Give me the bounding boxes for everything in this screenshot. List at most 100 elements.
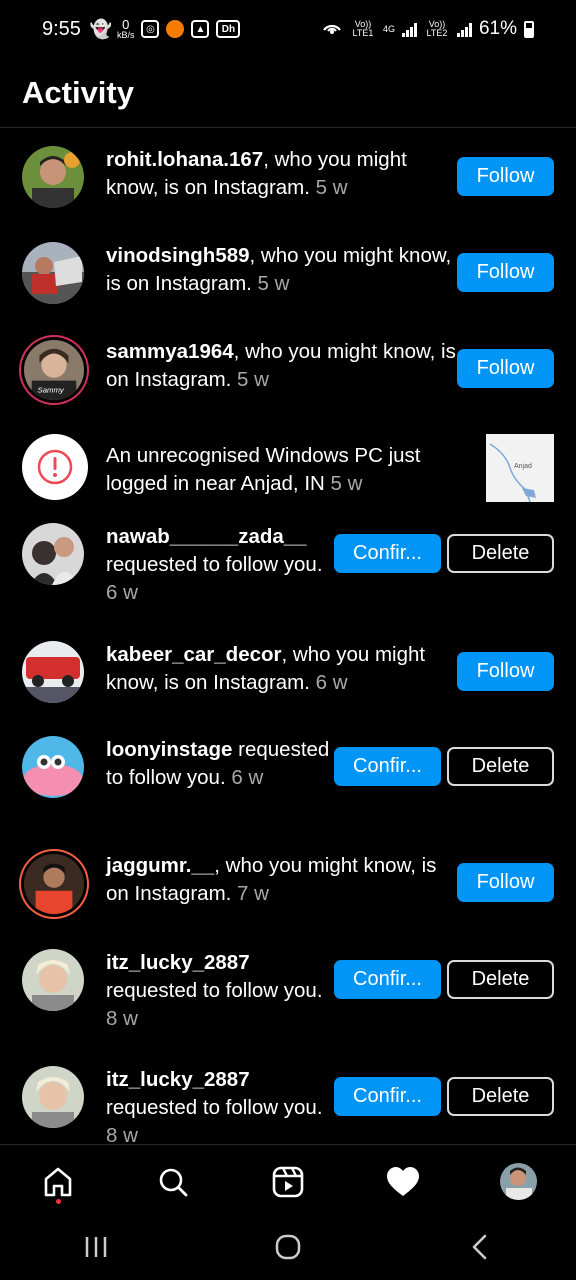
follow-button[interactable]: Follow: [457, 349, 554, 388]
status-left: 9:55 👻 0 kB/s ◎ ▲ Dh: [42, 16, 241, 41]
system-nav-bar: [0, 1218, 576, 1280]
page-title: Activity: [22, 74, 134, 110]
network-type: 4G: [382, 23, 395, 34]
list-item[interactable]: itz_lucky_2887 requested to follow you. …: [0, 949, 576, 1033]
timestamp: 5 w: [257, 272, 290, 295]
username[interactable]: vinodsingh589: [106, 244, 250, 267]
map-thumbnail[interactable]: Anjad: [486, 434, 554, 502]
actions: Follow: [457, 253, 554, 292]
alert-avatar: [22, 434, 88, 500]
delete-button[interactable]: Delete: [447, 747, 554, 786]
avatar-with-story[interactable]: Sammy: [24, 340, 84, 400]
nav-profile[interactable]: [488, 1152, 548, 1212]
follow-button[interactable]: Follow: [457, 253, 554, 292]
activity-text: loonyinstage requested to follow you. 6 …: [106, 736, 334, 792]
map-label: Anjad: [514, 463, 532, 470]
timestamp: 6 w: [231, 766, 264, 789]
username[interactable]: jaggumr.__: [106, 854, 214, 877]
activity-text: rohit.lohana.167, who you might know, is…: [106, 146, 457, 202]
nav-search[interactable]: [143, 1152, 203, 1212]
signal-icon-2: [456, 21, 472, 37]
list-item[interactable]: itz_lucky_2887 requested to follow you. …: [0, 1066, 576, 1144]
heart-icon: [387, 1166, 420, 1196]
activity-text: vinodsingh589, who you might know, is on…: [106, 242, 457, 298]
username[interactable]: itz_lucky_2887: [106, 951, 250, 974]
message: requested to follow you.: [106, 1096, 323, 1119]
nav-home[interactable]: [28, 1152, 88, 1212]
actions: Confir... Delete: [334, 1077, 554, 1116]
timestamp: 8 w: [106, 1124, 138, 1144]
avatar[interactable]: [22, 736, 84, 798]
activity-text: itz_lucky_2887 requested to follow you. …: [106, 1066, 334, 1144]
message: requested to follow you.: [106, 979, 323, 1002]
activity-text: jaggumr.__, who you might know, is on In…: [106, 852, 457, 908]
battery-icon: [524, 20, 534, 38]
actions: Follow: [457, 349, 554, 388]
actions: Confir... Delete: [334, 534, 554, 573]
dailyhunt-icon: Dh: [216, 20, 241, 38]
avatar[interactable]: [22, 1066, 84, 1128]
recents-icon: [85, 1236, 107, 1257]
username[interactable]: kabeer_car_decor: [106, 643, 282, 666]
snapchat-icon: 👻: [89, 18, 113, 39]
header: Activity: [0, 58, 576, 128]
follow-button[interactable]: Follow: [457, 863, 554, 902]
status-bar: 9:55 👻 0 kB/s ◎ ▲ Dh Vo)) LTE1 4G Vo)) L…: [0, 0, 576, 58]
list-item[interactable]: Sammy sammya1964, who you might know, is…: [0, 338, 576, 400]
list-item[interactable]: vinodsingh589, who you might know, is on…: [0, 242, 576, 304]
speed-value: 0: [122, 16, 130, 32]
nav-reels[interactable]: [258, 1152, 318, 1212]
avatar-with-story[interactable]: [24, 854, 84, 914]
list-item[interactable]: jaggumr.__, who you might know, is on In…: [0, 852, 576, 914]
confirm-button[interactable]: Confir...: [334, 534, 441, 573]
avatar[interactable]: [22, 523, 84, 585]
timestamp: 8 w: [106, 1007, 138, 1030]
confirm-button[interactable]: Confir...: [334, 1077, 441, 1116]
timestamp: 5 w: [315, 176, 348, 199]
avatar[interactable]: [22, 949, 84, 1011]
back-button[interactable]: [465, 1232, 495, 1267]
network-speed: 0 kB/s: [117, 16, 135, 40]
username[interactable]: sammya1964: [106, 340, 234, 363]
signal-icon-1: [401, 21, 417, 37]
avatar[interactable]: [22, 146, 84, 208]
battery-level: 61%: [478, 18, 517, 39]
list-item[interactable]: rohit.lohana.167, who you might know, is…: [0, 146, 576, 208]
list-item[interactable]: nawab______zada__ requested to follow yo…: [0, 523, 576, 607]
activity-text: nawab______zada__ requested to follow yo…: [106, 523, 334, 607]
timestamp: 5 w: [237, 368, 269, 391]
recent-apps-button[interactable]: [81, 1234, 111, 1265]
follow-button[interactable]: Follow: [457, 157, 554, 196]
timestamp: 6 w: [315, 671, 348, 694]
actions: Confir... Delete: [334, 960, 554, 999]
username[interactable]: nawab______zada__: [106, 525, 307, 548]
avatar[interactable]: [22, 242, 84, 304]
delete-button[interactable]: Delete: [447, 1077, 554, 1116]
login-alert-item[interactable]: An unrecognised Windows PC just logged i…: [0, 434, 576, 502]
list-item[interactable]: kabeer_car_decor, who you might know, is…: [0, 641, 576, 703]
nav-activity[interactable]: [373, 1152, 433, 1212]
hotspot-icon: [321, 16, 343, 42]
confirm-button[interactable]: Confir...: [334, 960, 441, 999]
follow-button[interactable]: Follow: [457, 652, 554, 691]
confirm-button[interactable]: Confir...: [334, 747, 441, 786]
activity-text: itz_lucky_2887 requested to follow you. …: [106, 949, 334, 1033]
bottom-nav: [0, 1144, 576, 1218]
sim2-label: Vo)) LTE2: [426, 19, 448, 38]
username[interactable]: rohit.lohana.167: [106, 148, 263, 171]
notification-dot: [55, 1198, 61, 1204]
activity-text: kabeer_car_decor, who you might know, is…: [106, 641, 457, 697]
username[interactable]: loonyinstage: [106, 738, 232, 761]
back-icon: [472, 1234, 487, 1259]
activity-text: An unrecognised Windows PC just logged i…: [106, 442, 480, 498]
list-item[interactable]: loonyinstage requested to follow you. 6 …: [0, 736, 576, 798]
delete-button[interactable]: Delete: [447, 534, 554, 573]
delete-button[interactable]: Delete: [447, 960, 554, 999]
home-system-button[interactable]: [273, 1232, 303, 1267]
warning-icon: [37, 449, 73, 485]
activity-list[interactable]: rohit.lohana.167, who you might know, is…: [0, 128, 576, 1144]
username[interactable]: itz_lucky_2887: [106, 1068, 250, 1091]
message: requested to follow you.: [106, 553, 323, 576]
svg-text:Sammy: Sammy: [38, 385, 65, 394]
avatar[interactable]: [22, 641, 84, 703]
